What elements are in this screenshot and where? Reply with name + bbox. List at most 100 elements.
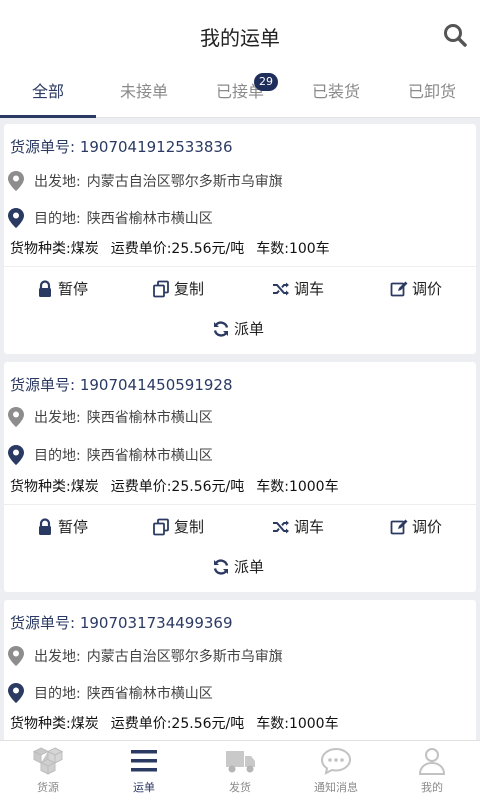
tab-label: 全部 xyxy=(31,82,64,101)
copy-label: 复制 xyxy=(174,518,205,536)
app-header: 我的运单 xyxy=(0,0,480,70)
action-row: 派单 xyxy=(4,556,476,584)
goods-type: 货物种类:煤炭 xyxy=(10,241,99,257)
tabbar-item-waybill[interactable]: 运单 xyxy=(96,741,192,800)
tabbar-label: 我的 xyxy=(421,781,443,794)
assign-order-button[interactable]: 派单 xyxy=(212,556,264,577)
destination-row: 目的地: 陕西省榆林市横山区 xyxy=(8,208,213,228)
tab-unloaded[interactable]: 已卸货 xyxy=(384,70,480,117)
location-pin-blue-icon xyxy=(8,208,24,228)
truck-count: 车数:100车 xyxy=(256,241,330,257)
location-pin-blue-icon xyxy=(8,445,24,465)
bottom-tab-bar: 货源 运单 发货 通知消息 我的 xyxy=(0,740,480,800)
order-card[interactable]: 货源单号: 1907041912533836 出发地: 内蒙古自治区鄂尔多斯市乌审… xyxy=(4,124,476,354)
lock-icon xyxy=(39,517,51,535)
copy-label: 复制 xyxy=(174,280,205,298)
order-number: 货源单号: 1907031734499369 xyxy=(10,614,233,632)
tab-label: 已卸货 xyxy=(407,82,456,101)
unit-price: 运费单价:25.56元/吨 xyxy=(110,716,245,732)
copy-icon xyxy=(153,518,169,535)
tabbar-label: 通知消息 xyxy=(314,781,358,794)
adjust-price-label: 调价 xyxy=(412,280,443,298)
tab-loaded[interactable]: 已装货 xyxy=(288,70,384,117)
cubes-icon xyxy=(32,747,64,775)
copy-button[interactable]: 复制 xyxy=(152,278,204,299)
edit-icon xyxy=(390,281,408,296)
origin-value: 内蒙古自治区鄂尔多斯市乌审旗 xyxy=(86,174,283,190)
edit-icon xyxy=(390,519,408,534)
pause-button[interactable]: 暂停 xyxy=(36,516,88,537)
tabbar-item-mine[interactable]: 我的 xyxy=(384,741,480,800)
order-list: 货源单号: 1907041912533836 出发地: 内蒙古自治区鄂尔多斯市乌审… xyxy=(0,124,480,740)
adjust-price-label: 调价 xyxy=(412,518,443,536)
unit-price: 运费单价:25.56元/吨 xyxy=(110,479,245,495)
cargo-info: 货物种类:煤炭 运费单价:25.56元/吨 车数:100车 xyxy=(10,238,342,258)
action-row: 暂停 复制 调车 调价 xyxy=(4,278,476,306)
goods-type: 货物种类:煤炭 xyxy=(10,479,99,495)
location-pin-grey-icon xyxy=(8,646,24,666)
destination-row: 目的地: 陕西省榆林市横山区 xyxy=(8,683,213,703)
origin-row: 出发地: 内蒙古自治区鄂尔多斯市乌审旗 xyxy=(8,171,283,191)
adjust-price-button[interactable]: 调价 xyxy=(390,278,442,299)
order-number: 货源单号: 1907041450591928 xyxy=(10,376,233,394)
pause-button[interactable]: 暂停 xyxy=(36,278,88,299)
copy-button[interactable]: 复制 xyxy=(152,516,204,537)
tabbar-item-cargo-source[interactable]: 货源 xyxy=(0,741,96,800)
goods-type: 货物种类:煤炭 xyxy=(10,716,99,732)
page-title: 我的运单 xyxy=(200,26,280,50)
assign-label: 派单 xyxy=(234,558,265,576)
destination-label: 目的地: xyxy=(34,686,81,702)
dispatch-car-button[interactable]: 调车 xyxy=(272,516,324,537)
assign-order-button[interactable]: 派单 xyxy=(212,318,264,339)
pause-label: 暂停 xyxy=(58,280,89,298)
tab-accepted[interactable]: 已接单 29 xyxy=(192,70,288,117)
count-badge: 29 xyxy=(254,73,278,91)
order-card[interactable]: 货源单号: 1907041450591928 出发地: 陕西省榆林市横山区 目的地… xyxy=(4,362,476,592)
search-icon[interactable] xyxy=(442,22,468,48)
location-pin-grey-icon xyxy=(8,407,24,427)
destination-value: 陕西省榆林市横山区 xyxy=(86,211,213,227)
destination-label: 目的地: xyxy=(34,211,81,227)
origin-label: 出发地: xyxy=(34,410,81,426)
origin-label: 出发地: xyxy=(34,174,81,190)
refresh-icon xyxy=(213,558,229,575)
action-row: 暂停 复制 调车 调价 xyxy=(4,516,476,544)
truck-count: 车数:1000车 xyxy=(256,716,339,732)
chat-icon xyxy=(320,747,352,775)
cargo-info: 货物种类:煤炭 运费单价:25.56元/吨 车数:1000车 xyxy=(10,713,351,733)
copy-icon xyxy=(153,280,169,297)
adjust-price-button[interactable]: 调价 xyxy=(390,516,442,537)
origin-value: 陕西省榆林市横山区 xyxy=(86,410,213,426)
destination-label: 目的地: xyxy=(34,448,81,464)
dispatch-car-label: 调车 xyxy=(294,518,325,536)
order-card[interactable]: 货源单号: 1907031734499369 出发地: 内蒙古自治区鄂尔多斯市乌审… xyxy=(4,600,476,740)
menu-icon xyxy=(131,750,157,772)
order-number: 货源单号: 1907041912533836 xyxy=(10,138,233,156)
status-tabs: 全部 未接单 已接单 29 已装货 已卸货 xyxy=(0,70,480,118)
destination-value: 陕西省榆林市横山区 xyxy=(86,686,213,702)
pause-label: 暂停 xyxy=(58,518,89,536)
shuffle-icon xyxy=(273,282,289,295)
tab-label: 未接单 xyxy=(119,82,168,101)
divider xyxy=(4,266,476,267)
tab-all[interactable]: 全部 xyxy=(0,70,96,118)
tab-not-accepted[interactable]: 未接单 xyxy=(96,70,192,117)
location-pin-grey-icon xyxy=(8,171,24,191)
tabbar-label: 货源 xyxy=(37,781,59,794)
action-row: 派单 xyxy=(4,318,476,346)
unit-price: 运费单价:25.56元/吨 xyxy=(110,241,245,257)
divider xyxy=(4,504,476,505)
tabbar-label: 发货 xyxy=(229,781,251,794)
tabbar-item-notifications[interactable]: 通知消息 xyxy=(288,741,384,800)
destination-row: 目的地: 陕西省榆林市横山区 xyxy=(8,445,213,465)
truck-count: 车数:1000车 xyxy=(256,479,339,495)
tabbar-label: 运单 xyxy=(133,781,155,794)
user-icon xyxy=(418,748,446,775)
lock-icon xyxy=(39,279,51,297)
tabbar-item-ship[interactable]: 发货 xyxy=(192,741,288,800)
dispatch-car-button[interactable]: 调车 xyxy=(272,278,324,299)
origin-label: 出发地: xyxy=(34,649,81,665)
cargo-info: 货物种类:煤炭 运费单价:25.56元/吨 车数:1000车 xyxy=(10,476,351,496)
shuffle-icon xyxy=(273,520,289,533)
destination-value: 陕西省榆林市横山区 xyxy=(86,448,213,464)
